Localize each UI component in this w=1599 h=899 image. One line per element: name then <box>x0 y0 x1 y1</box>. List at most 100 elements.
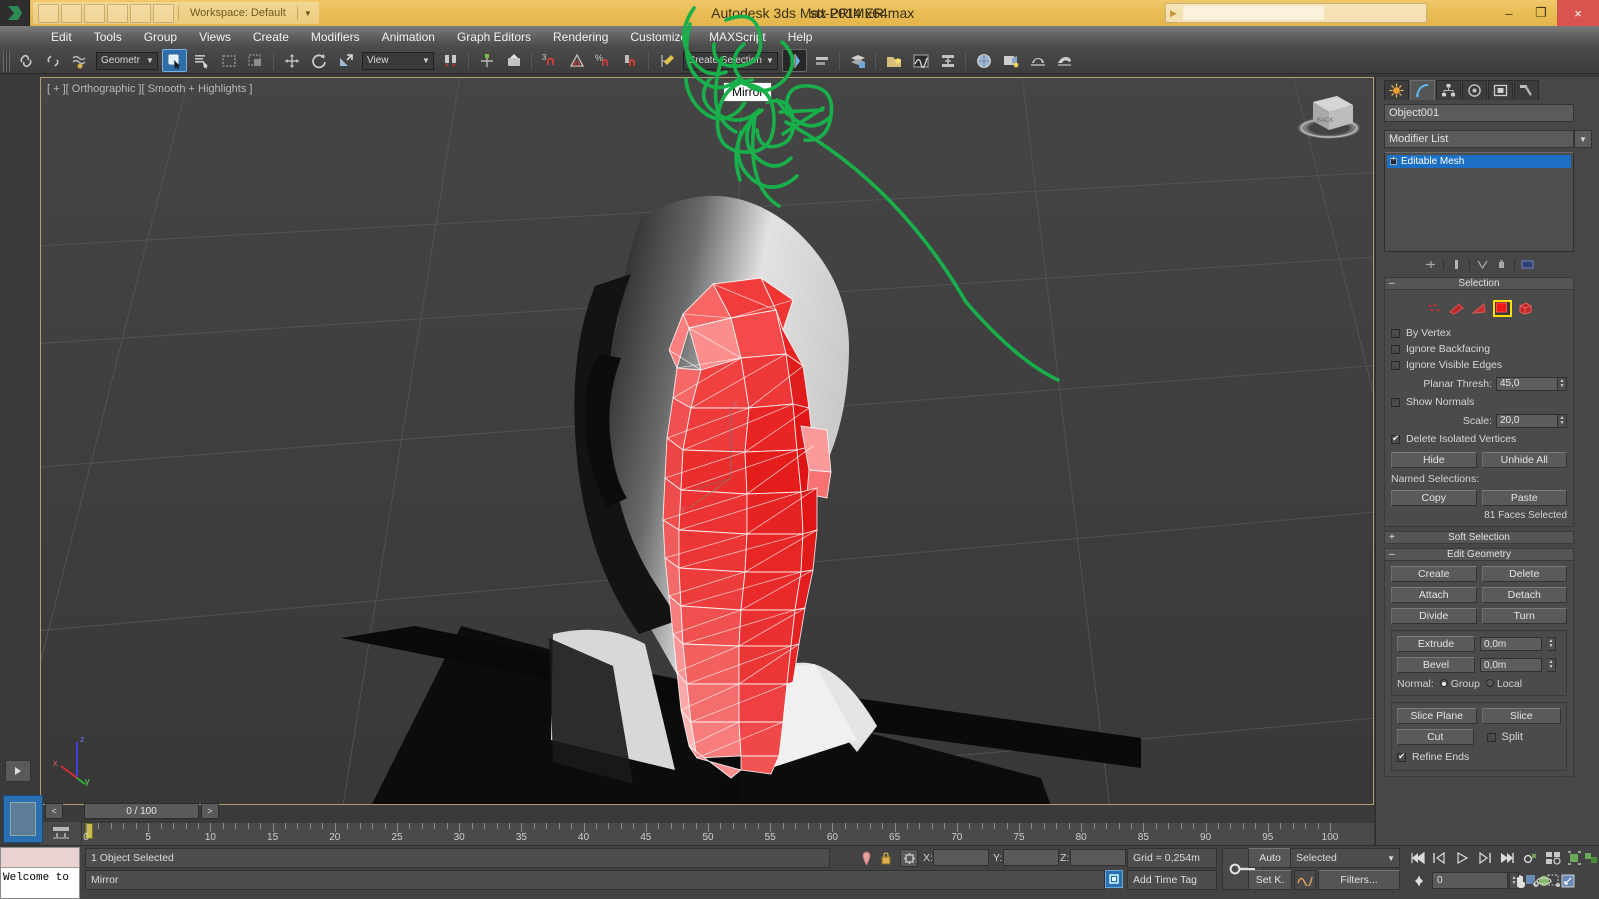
show-end-result-icon[interactable] <box>1450 258 1463 271</box>
pin-stack-icon[interactable] <box>1424 258 1437 271</box>
refine-ends-checkbox[interactable] <box>1397 751 1406 762</box>
minimize-button[interactable]: – <box>1493 0 1525 26</box>
split-checkbox[interactable] <box>1486 732 1496 742</box>
cut-button[interactable]: Cut <box>1397 729 1474 745</box>
render-production-button[interactable] <box>1052 49 1077 72</box>
normal-local-radio[interactable] <box>1485 679 1494 687</box>
select-and-move-button[interactable] <box>279 49 304 72</box>
goto-key-start-icon[interactable] <box>1408 872 1430 890</box>
ignore-backfacing-row[interactable]: Ignore Backfacing <box>1391 341 1567 357</box>
expand-icon[interactable] <box>1390 154 1397 165</box>
chevron-down-icon[interactable]: ▼ <box>301 9 315 18</box>
delete-isolated-checkbox[interactable] <box>1391 433 1400 444</box>
tab-motion[interactable] <box>1462 80 1487 100</box>
x-coordinate-input[interactable] <box>933 849 989 866</box>
selection-filter-dropdown[interactable]: Geometr ▼ <box>96 51 158 70</box>
app-logo-icon[interactable] <box>0 0 30 26</box>
edit-named-selection-sets-button[interactable] <box>654 49 679 72</box>
select-and-manipulate-button[interactable] <box>474 49 499 72</box>
save-file-button[interactable] <box>84 3 105 23</box>
chevron-down-icon[interactable]: ▼ <box>1574 130 1592 148</box>
align-button[interactable] <box>809 49 834 72</box>
snaps-toggle-button[interactable]: 3 <box>537 49 562 72</box>
unhide-all-button[interactable]: Unhide All <box>1481 452 1567 468</box>
extrude-button[interactable]: Extrude <box>1397 636 1475 652</box>
menu-item-edit[interactable]: Edit <box>40 26 83 48</box>
rendered-frame-window-button[interactable] <box>1025 49 1050 72</box>
select-and-link-icon[interactable] <box>13 49 38 72</box>
zoom-extents-selected-icon[interactable] <box>1565 848 1583 868</box>
face-icon[interactable] <box>1470 302 1487 315</box>
modifier-stack[interactable]: Editable Mesh <box>1384 152 1574 252</box>
delete-button[interactable]: Delete <box>1481 566 1567 582</box>
bevel-button[interactable]: Bevel <box>1397 657 1475 673</box>
frame-counter[interactable]: 0 / 100 <box>84 803 199 819</box>
scene-explorer-button[interactable] <box>881 49 906 72</box>
toolbar-grip[interactable] <box>3 49 10 72</box>
reference-coordinate-dropdown[interactable]: View ▼ <box>362 51 434 70</box>
current-frame-input[interactable]: 0 <box>1432 872 1508 889</box>
planar-thresh-spinner[interactable]: ▲ ▼ <box>1558 376 1567 391</box>
next-frame-icon[interactable] <box>1474 849 1494 867</box>
select-object-button[interactable] <box>162 49 187 72</box>
extrude-input[interactable]: 0,0m <box>1480 637 1542 651</box>
material-editor-button[interactable] <box>971 49 996 72</box>
menu-item-maxscript[interactable]: MAXScript <box>698 26 777 48</box>
by-vertex-row[interactable]: By Vertex <box>1391 325 1567 341</box>
subscription-icon[interactable] <box>1346 4 1366 22</box>
goto-start-icon[interactable] <box>1408 849 1428 867</box>
normal-group-radio[interactable] <box>1439 679 1448 687</box>
slice-button[interactable]: Slice <box>1481 708 1561 724</box>
bevel-spinner[interactable]: ▲ ▼ <box>1547 658 1556 672</box>
maximize-button[interactable]: ❐ <box>1525 0 1557 26</box>
by-vertex-checkbox[interactable] <box>1391 328 1400 338</box>
menu-item-graph-editors[interactable]: Graph Editors <box>446 26 542 48</box>
open-file-button[interactable] <box>61 3 82 23</box>
track-bar[interactable]: 0 5 10 15 20 25 30 35 40 45 50 55 60 65 70 75 80 85 90 95 10… <box>40 822 1374 846</box>
maximize-viewport-toggle-icon[interactable] <box>1557 871 1579 891</box>
select-by-name-button[interactable] <box>189 49 214 72</box>
community-icon[interactable] <box>1366 4 1386 22</box>
absolute-relative-mode-toggle[interactable] <box>900 849 918 867</box>
project-folder-button[interactable] <box>153 3 174 23</box>
turn-button[interactable]: Turn <box>1481 608 1567 624</box>
unlink-selection-icon[interactable] <box>40 49 65 72</box>
next-frame-button[interactable]: > <box>201 803 219 819</box>
open-mini-curve-editor-button[interactable] <box>40 822 82 844</box>
mirror-button[interactable] <box>782 49 807 72</box>
bevel-input[interactable]: 0,0m <box>1480 658 1542 672</box>
polygon-icon[interactable] <box>1492 299 1512 317</box>
key-filter-dropdown[interactable]: Selected ▼ <box>1290 848 1400 868</box>
copy-button[interactable]: Copy <box>1391 490 1477 506</box>
menu-item-create[interactable]: Create <box>242 26 300 48</box>
show-normals-checkbox[interactable] <box>1391 397 1400 407</box>
schematic-view-button[interactable] <box>935 49 960 72</box>
bind-to-space-warp-icon[interactable] <box>67 49 92 72</box>
key-mode-toggle-icon[interactable] <box>1521 848 1541 868</box>
detach-button[interactable]: Detach <box>1481 587 1567 603</box>
extrude-spinner[interactable]: ▲ ▼ <box>1547 637 1556 651</box>
hide-button[interactable]: Hide <box>1391 452 1477 468</box>
add-time-tag-button[interactable]: Add Time Tag <box>1127 870 1217 890</box>
workspace-label[interactable]: Workspace: Default <box>182 7 294 19</box>
tab-create[interactable] <box>1384 80 1409 100</box>
menu-item-rendering[interactable]: Rendering <box>542 26 619 48</box>
remove-modifier-icon[interactable] <box>1495 258 1508 271</box>
rectangular-selection-region-button[interactable] <box>216 49 241 72</box>
menu-item-modifiers[interactable]: Modifiers <box>300 26 371 48</box>
percent-snap-toggle-button[interactable]: % <box>591 49 616 72</box>
new-file-button[interactable] <box>38 3 59 23</box>
infocenter[interactable]: ▶ <box>1165 3 1427 23</box>
pan-view-icon[interactable] <box>1509 871 1531 891</box>
select-and-scale-button[interactable] <box>333 49 358 72</box>
filters-button[interactable]: Filters... <box>1318 870 1400 890</box>
layer-manager-button[interactable] <box>845 49 870 72</box>
window-crossing-button[interactable] <box>243 49 268 72</box>
select-and-rotate-button[interactable] <box>306 49 331 72</box>
goto-end-icon[interactable] <box>1497 849 1517 867</box>
object-name-field[interactable]: Object001 <box>1384 104 1574 122</box>
menu-item-group[interactable]: Group <box>133 26 188 48</box>
toggle-time-tag-icon[interactable] <box>1105 870 1123 888</box>
set-key-button[interactable]: Set K. <box>1248 870 1292 890</box>
menu-item-animation[interactable]: Animation <box>371 26 446 48</box>
